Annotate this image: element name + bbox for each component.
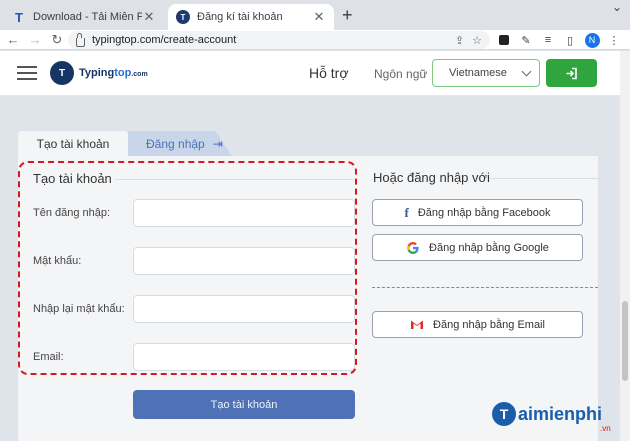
login-icon bbox=[566, 67, 577, 79]
facebook-icon: f bbox=[404, 204, 409, 220]
create-account-button[interactable]: Tạo tài khoản bbox=[133, 390, 355, 419]
new-tab-button[interactable]: + bbox=[342, 5, 353, 26]
gmail-icon bbox=[411, 320, 424, 329]
address-bar[interactable]: typingtop.com/create-account ⇪ ☆ bbox=[68, 31, 490, 49]
tab-login-label: Đăng nhập bbox=[146, 136, 205, 151]
language-select[interactable]: Vietnamese bbox=[432, 59, 540, 87]
tab-login[interactable]: Đăng nhập ⇥ bbox=[128, 131, 232, 156]
logo-mark-icon: T bbox=[50, 61, 74, 85]
divider bbox=[490, 178, 598, 179]
login-arrow-icon: ⇥ bbox=[212, 136, 223, 151]
facebook-login-button[interactable]: f Đăng nhập bằng Facebook bbox=[372, 199, 583, 226]
browser-tab-download[interactable]: T Download - Tải Miễn Phí VN - Ph ✕ bbox=[4, 4, 164, 30]
forward-icon[interactable]: → bbox=[24, 32, 46, 47]
separator bbox=[372, 287, 598, 288]
reload-icon[interactable]: ↻ bbox=[46, 32, 68, 48]
logo-text: Typingtop.com bbox=[79, 67, 148, 79]
tab-title: Download - Tải Miễn Phí VN - Ph bbox=[33, 11, 142, 23]
url-text[interactable]: typingtop.com/create-account bbox=[92, 34, 447, 46]
pen-extension-icon[interactable]: ✎ bbox=[518, 32, 534, 48]
hamburger-menu-icon[interactable] bbox=[17, 66, 37, 80]
language-label: Ngôn ngữ bbox=[374, 67, 428, 81]
tab-create-account[interactable]: Tạo tài khoản bbox=[18, 131, 128, 156]
back-icon[interactable]: ← bbox=[2, 32, 24, 47]
browser-toolbar: ← → ↻ typingtop.com/create-account ⇪ ☆ ✎… bbox=[0, 30, 630, 50]
bookmark-star-icon[interactable]: ☆ bbox=[472, 34, 482, 47]
chevron-down-icon bbox=[521, 66, 532, 77]
profile-avatar[interactable]: N bbox=[584, 32, 600, 48]
email-login-label: Đăng nhập bằng Email bbox=[433, 318, 545, 331]
close-tab-icon[interactable]: ✕ bbox=[142, 9, 156, 25]
menu-icon[interactable]: ⋮ bbox=[606, 32, 622, 48]
language-selected-value: Vietnamese bbox=[449, 67, 507, 79]
side-panel-icon[interactable]: ▯ bbox=[562, 32, 578, 48]
site-header: T Typingtop.com Hỗ trợ Ngôn ngữ Vietname… bbox=[0, 51, 620, 96]
lock-icon bbox=[76, 32, 85, 47]
google-login-label: Đăng nhập bằng Google bbox=[429, 241, 549, 254]
facebook-login-label: Đăng nhập bằng Facebook bbox=[417, 206, 551, 219]
page-scrollbar[interactable] bbox=[620, 51, 630, 441]
browser-tab-strip: T Download - Tải Miễn Phí VN - Ph ✕ T Đă… bbox=[0, 0, 630, 30]
google-login-button[interactable]: Đăng nhập bằng Google bbox=[372, 234, 583, 261]
reading-list-icon[interactable]: ≡ bbox=[540, 32, 556, 48]
support-link[interactable]: Hỗ trợ bbox=[309, 65, 349, 81]
header-login-button[interactable] bbox=[546, 59, 597, 87]
watermark-logo: T aimienphi .vn bbox=[492, 402, 611, 433]
browser-tab-register[interactable]: T Đăng kí tài khoản ✕ bbox=[168, 4, 334, 30]
tab-search-icon[interactable]: ⌄ bbox=[612, 0, 622, 14]
tab-title: Đăng kí tài khoản bbox=[197, 11, 283, 23]
extension-icon[interactable] bbox=[496, 32, 512, 48]
highlight-annotation bbox=[18, 161, 357, 375]
site-logo[interactable]: T Typingtop.com bbox=[50, 61, 148, 85]
typingtop-favicon-icon: T bbox=[15, 9, 23, 25]
email-login-button[interactable]: Đăng nhập bằng Email bbox=[372, 311, 583, 338]
close-tab-icon[interactable]: ✕ bbox=[312, 9, 326, 25]
alt-login-title: Hoặc đăng nhập với bbox=[373, 170, 490, 185]
share-icon[interactable]: ⇪ bbox=[455, 34, 464, 47]
typingtop-favicon-icon: T bbox=[176, 10, 190, 24]
google-icon bbox=[407, 241, 419, 254]
